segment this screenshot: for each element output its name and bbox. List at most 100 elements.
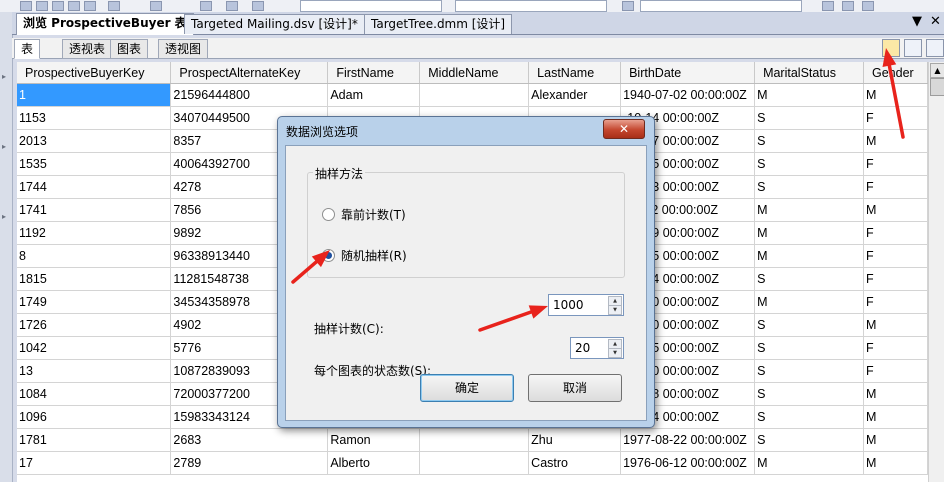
doc-tab-targettree[interactable]: TargetTree.dmm [设计] — [364, 14, 513, 34]
table-cell[interactable]: M — [754, 244, 864, 268]
table-cell[interactable]: 1726 — [17, 313, 172, 337]
ok-button[interactable]: 确定 — [420, 374, 514, 402]
column-header[interactable]: ProspectAlternateKey — [170, 62, 329, 84]
table-cell[interactable]: S — [754, 106, 864, 130]
dock-handle-icon[interactable]: ▸ — [2, 72, 6, 81]
toolbar-icon[interactable] — [226, 1, 238, 11]
table-cell[interactable]: M — [863, 129, 928, 153]
dock-handle-icon[interactable]: ▸ — [2, 142, 6, 151]
toolbar-icon[interactable] — [822, 1, 834, 11]
sample-count-spinner[interactable]: 1000 ▲ ▼ — [548, 294, 624, 316]
states-per-chart-value[interactable]: 20 — [575, 341, 590, 355]
table-cell[interactable]: 1535 — [17, 152, 172, 176]
scroll-thumb[interactable] — [930, 78, 944, 96]
table-cell[interactable]: M — [863, 313, 928, 337]
toolbar-icon[interactable] — [68, 1, 80, 11]
radio-top-count[interactable] — [322, 208, 335, 221]
tab-table[interactable]: 表 — [14, 39, 41, 59]
toolbar-icon[interactable] — [84, 1, 96, 11]
column-header[interactable]: MiddleName — [419, 62, 530, 84]
column-header[interactable]: MaritalStatus — [754, 62, 864, 84]
table-cell[interactable]: M — [754, 83, 864, 107]
table-cell[interactable]: M — [863, 451, 928, 475]
table-cell[interactable]: 1084 — [17, 382, 172, 406]
toolbar-icon[interactable] — [36, 1, 48, 11]
toolbar-icon[interactable] — [52, 1, 64, 11]
table-row[interactable]: 1781 2683 Ramon Zhu 1977-08-22 00:00:00Z S M — [17, 428, 928, 452]
column-header[interactable]: ProspectiveBuyerKey — [17, 62, 172, 84]
table-cell[interactable]: M — [863, 198, 928, 222]
table-cell[interactable]: 1744 — [17, 175, 172, 199]
table-cell[interactable]: M — [754, 290, 864, 314]
toolbar-combo[interactable] — [300, 0, 442, 12]
table-cell[interactable]: S — [754, 428, 864, 452]
table-cell[interactable]: S — [754, 175, 864, 199]
table-cell[interactable]: 1 — [17, 83, 172, 107]
table-cell[interactable]: F — [863, 290, 928, 314]
table-cell[interactable] — [419, 83, 530, 107]
table-cell[interactable]: F — [863, 221, 928, 245]
table-cell[interactable]: F — [863, 244, 928, 268]
table-cell[interactable]: 21596444800 — [170, 83, 329, 107]
dock-handle-icon[interactable]: ▸ — [2, 212, 6, 221]
table-cell[interactable]: S — [754, 313, 864, 337]
toolbar-icon[interactable] — [252, 1, 264, 11]
table-cell[interactable]: 1192 — [17, 221, 172, 245]
tab-chart[interactable]: 图表 — [110, 39, 149, 59]
table-row[interactable]: 1 21596444800 Adam Alexander 1940-07-02 00:0… — [17, 83, 928, 107]
table-cell[interactable]: M — [754, 221, 864, 245]
table-cell[interactable]: F — [863, 152, 928, 176]
dialog-close-button[interactable]: ✕ — [603, 119, 645, 139]
toolbar-icon[interactable] — [622, 1, 634, 11]
column-header[interactable]: LastName — [528, 62, 622, 84]
table-cell[interactable]: Castro — [528, 451, 622, 475]
refresh-icon[interactable] — [904, 39, 922, 57]
toolbar-icon[interactable] — [20, 1, 32, 11]
table-cell[interactable]: Alexander — [528, 83, 622, 107]
doc-tab-targeted-mailing[interactable]: Targeted Mailing.dsv [设计]* — [184, 14, 365, 34]
tab-pivot-chart[interactable]: 透视图 — [158, 39, 209, 59]
column-header[interactable]: Gender — [863, 62, 928, 84]
table-cell[interactable]: 2683 — [170, 428, 329, 452]
table-cell[interactable]: 1815 — [17, 267, 172, 291]
toolbar-icon[interactable] — [842, 1, 854, 11]
radio-top-count-label[interactable]: 靠前计数(T) — [341, 206, 406, 223]
doc-tab-browse-prospectivebuyer[interactable]: 浏览 ProspectiveBuyer 表 — [16, 13, 194, 35]
table-cell[interactable]: S — [754, 382, 864, 406]
cancel-button[interactable]: 取消 — [528, 374, 622, 402]
table-cell[interactable] — [419, 428, 530, 452]
table-cell[interactable]: M — [863, 428, 928, 452]
table-cell[interactable]: S — [754, 336, 864, 360]
table-cell[interactable]: M — [754, 198, 864, 222]
radio-random-sampling[interactable] — [322, 249, 335, 262]
table-cell[interactable]: 1741 — [17, 198, 172, 222]
scroll-up-icon[interactable]: ▲ — [930, 63, 944, 78]
column-header[interactable]: FirstName — [327, 62, 421, 84]
table-cell[interactable]: S — [754, 129, 864, 153]
spin-down-icon[interactable]: ▼ — [608, 348, 622, 358]
table-cell[interactable]: Adam — [327, 83, 421, 107]
table-cell[interactable]: M — [863, 405, 928, 429]
table-cell[interactable]: 8 — [17, 244, 172, 268]
table-cell[interactable]: F — [863, 359, 928, 383]
table-cell[interactable]: 17 — [17, 451, 172, 475]
table-cell[interactable]: F — [863, 267, 928, 291]
toolbar-icon[interactable] — [862, 1, 874, 11]
sample-count-value[interactable]: 1000 — [553, 298, 584, 312]
toolbar-icon[interactable] — [200, 1, 212, 11]
table-cell[interactable]: F — [863, 106, 928, 130]
table-cell[interactable]: 2013 — [17, 129, 172, 153]
vertical-scrollbar[interactable]: ▲ — [928, 62, 944, 482]
table-cell[interactable]: S — [754, 405, 864, 429]
table-cell[interactable]: 1940-07-02 00:00:00Z — [620, 83, 756, 107]
table-cell[interactable]: 1042 — [17, 336, 172, 360]
toolbar-combo[interactable] — [640, 0, 802, 12]
table-cell[interactable]: Ramon — [327, 428, 421, 452]
table-cell[interactable]: 1153 — [17, 106, 172, 130]
toolbar-icon[interactable] — [150, 1, 162, 11]
table-cell[interactable]: M — [863, 83, 928, 107]
table-cell[interactable]: M — [863, 382, 928, 406]
table-cell[interactable]: M — [754, 451, 864, 475]
states-per-chart-spinner[interactable]: 20 ▲ ▼ — [570, 337, 624, 359]
tab-dropdown-icon[interactable]: ▼ — [912, 14, 922, 29]
